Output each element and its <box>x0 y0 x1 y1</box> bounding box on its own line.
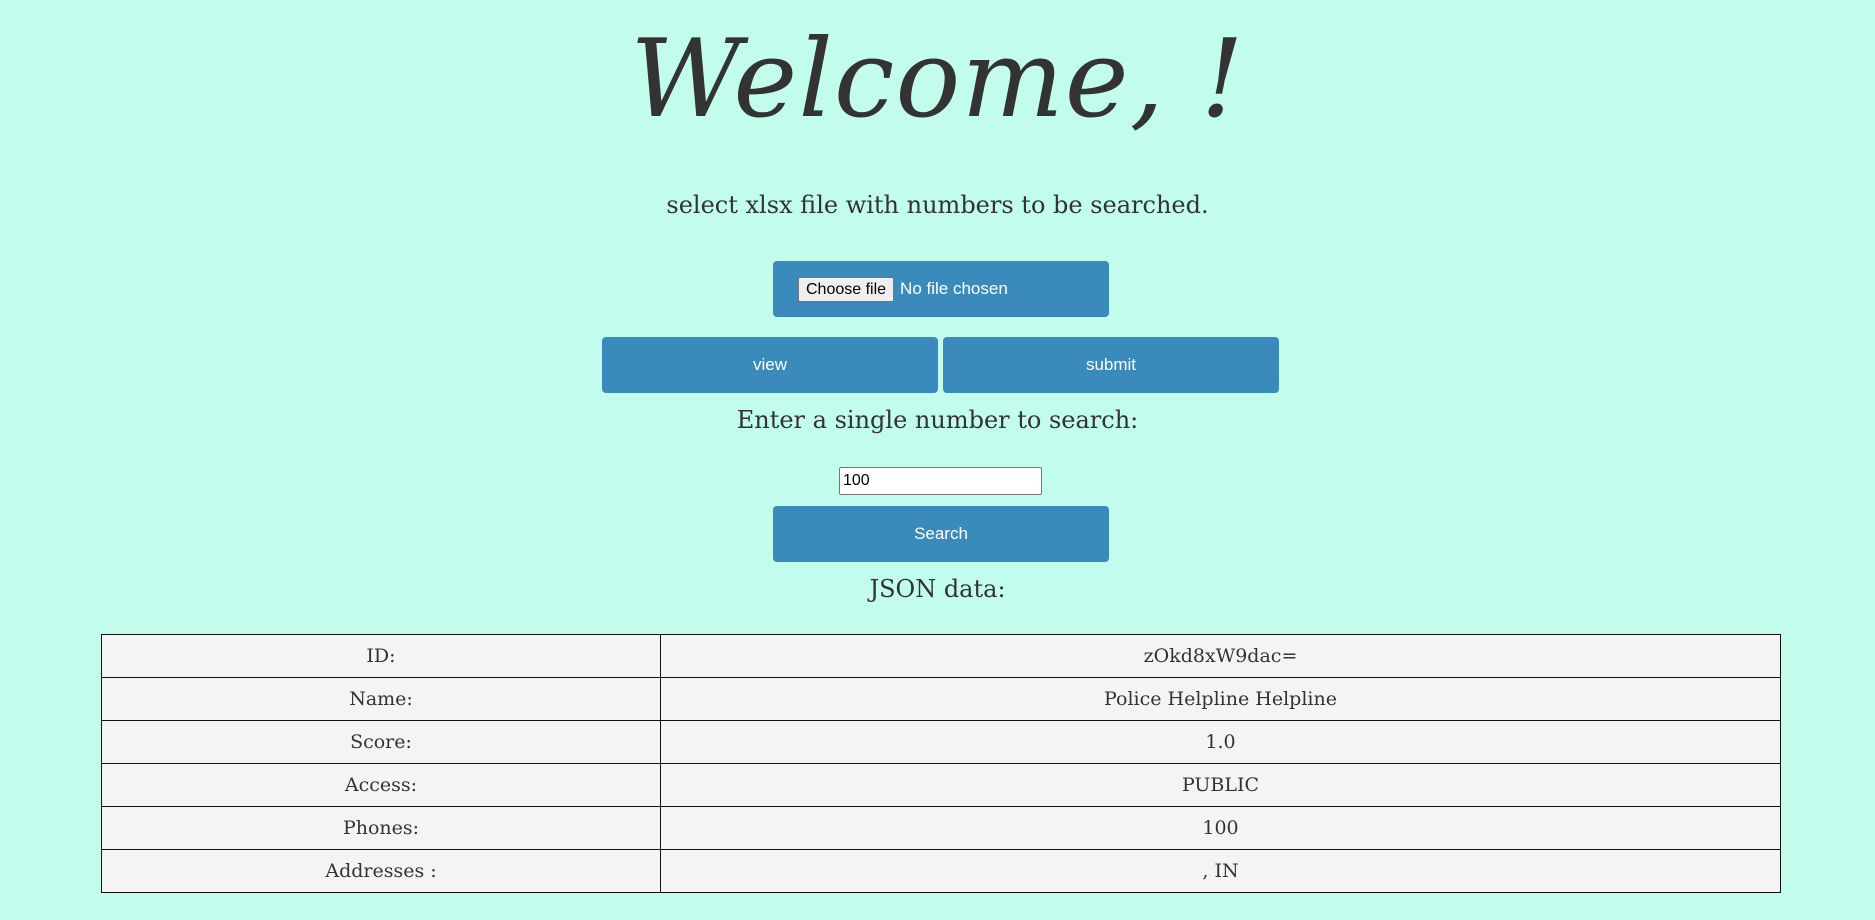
row-value: 100 <box>660 806 1781 850</box>
row-value: , IN <box>660 849 1781 893</box>
table-row: Name: Police Helpline Helpline <box>101 677 1781 721</box>
search-button[interactable]: Search <box>773 506 1109 562</box>
row-key: Phones: <box>101 806 661 850</box>
number-search-input[interactable] <box>839 467 1042 495</box>
search-label: Enter a single number to search: <box>736 406 1139 434</box>
table-row: ID: zOkd8xW9dac= <box>101 634 1781 678</box>
submit-button[interactable]: submit <box>943 337 1279 393</box>
row-key: ID: <box>101 634 661 678</box>
welcome-heading: Welcome, ! <box>630 17 1245 142</box>
json-data-title: JSON data: <box>869 575 1006 603</box>
file-upload-box[interactable]: Choose file No file chosen <box>773 261 1109 317</box>
table-row: Score: 1.0 <box>101 720 1781 764</box>
table-row: Addresses : , IN <box>101 849 1781 893</box>
row-key: Access: <box>101 763 661 807</box>
row-value: Police Helpline Helpline <box>660 677 1781 721</box>
results-table: ID: zOkd8xW9dac= Name: Police Helpline H… <box>101 634 1781 893</box>
row-key: Name: <box>101 677 661 721</box>
upload-instruction: select xlsx file with numbers to be sear… <box>666 191 1209 219</box>
table-row: Phones: 100 <box>101 806 1781 850</box>
row-value: 1.0 <box>660 720 1781 764</box>
choose-file-button[interactable]: Choose file <box>798 276 895 302</box>
row-value: zOkd8xW9dac= <box>660 634 1781 678</box>
row-key: Score: <box>101 720 661 764</box>
row-key: Addresses : <box>101 849 661 893</box>
file-status-text: No file chosen <box>900 279 1008 298</box>
table-row: Access: PUBLIC <box>101 763 1781 807</box>
row-value: PUBLIC <box>660 763 1781 807</box>
view-button[interactable]: view <box>602 337 938 393</box>
